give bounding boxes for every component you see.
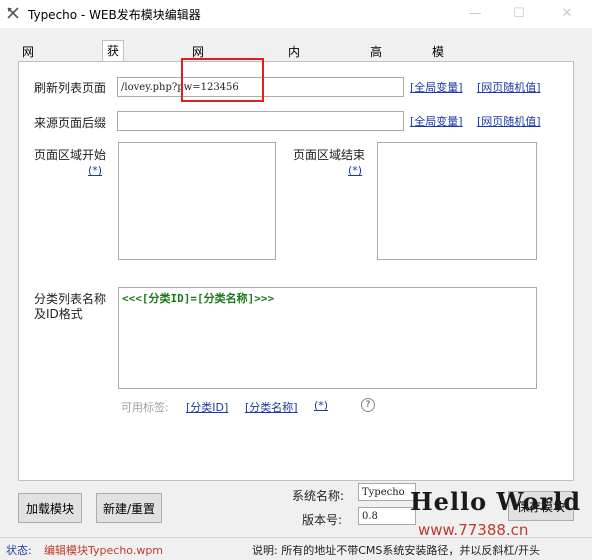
system-name-input[interactable]: Typecho <box>358 483 416 501</box>
highlight-box <box>181 58 264 102</box>
referer-suffix-input[interactable] <box>117 111 404 131</box>
system-name-label: 系统名称: <box>292 489 345 503</box>
region-start-label: 页面区域开始 <box>34 148 107 162</box>
help-icon[interactable]: ? <box>361 398 375 412</box>
window-title: Typecho - WEB发布模块编辑器 <box>28 8 201 22</box>
title-bar: Typecho - WEB发布模块编辑器 — ☐ ✕ <box>0 0 592 28</box>
region-end-label: 页面区域结束 <box>293 148 366 162</box>
minimize-button[interactable]: — <box>464 4 486 24</box>
close-button[interactable]: ✕ <box>556 4 578 24</box>
region-start-required[interactable]: (*) <box>88 164 102 177</box>
tab-auto-login[interactable]: 网站自动登录 <box>18 42 38 159</box>
tag-category-id[interactable]: [分类ID] <box>186 399 228 415</box>
global-variable-link-2[interactable]: [全局变量] <box>410 113 463 129</box>
referer-suffix-label: 来源页面后缀 <box>34 116 107 130</box>
tab-get-category-list[interactable]: 获取栏目列表 <box>102 40 125 158</box>
tag-required[interactable]: (*) <box>314 399 328 412</box>
available-tags-label: 可用标签: <box>121 401 169 414</box>
random-value-link-2[interactable]: [网页随机值] <box>477 113 541 129</box>
version-label: 版本号: <box>302 513 343 527</box>
global-variable-link[interactable]: [全局变量] <box>410 79 463 95</box>
version-input[interactable]: 0.8 <box>358 507 416 525</box>
region-end-textarea[interactable] <box>377 142 537 260</box>
tab-publish-params[interactable]: 内容发布参数 <box>284 42 304 159</box>
category-format-textarea[interactable]: <<<[分类ID]=[分类名称]>>> <box>118 287 537 389</box>
tab-module-info[interactable]: 模块说明/保护 <box>428 42 452 159</box>
load-module-button[interactable]: 加载模块 <box>18 493 82 523</box>
status-bar: 状态: 编辑模块Typecho.wpm 说明: 所有的地址不带CMS系统安装路径… <box>0 537 592 560</box>
category-format-label-2: 及ID格式 <box>34 307 83 321</box>
category-format-value: <<<[分类ID]=[分类名称]>>> <box>122 292 275 305</box>
region-start-textarea[interactable] <box>118 142 276 260</box>
status-prefix: 状态: <box>6 544 32 557</box>
status-text: 编辑模块Typecho.wpm <box>44 544 164 557</box>
watermark-title: Hello World <box>410 487 582 516</box>
refresh-page-label: 刷新列表页面 <box>34 81 107 95</box>
tag-category-name[interactable]: [分类名称] <box>245 399 298 415</box>
tab-advanced[interactable]: 高级功能 <box>366 42 386 119</box>
region-end-required[interactable]: (*) <box>348 164 362 177</box>
maximize-button[interactable]: ☐ <box>508 4 530 24</box>
new-reset-button[interactable]: 新建/重置 <box>96 493 162 523</box>
app-icon <box>7 7 19 19</box>
status-note: 说明: 所有的地址不带CMS系统安装路径，并以反斜杠/开头 <box>252 544 541 557</box>
random-value-link[interactable]: [网页随机值] <box>477 79 541 95</box>
